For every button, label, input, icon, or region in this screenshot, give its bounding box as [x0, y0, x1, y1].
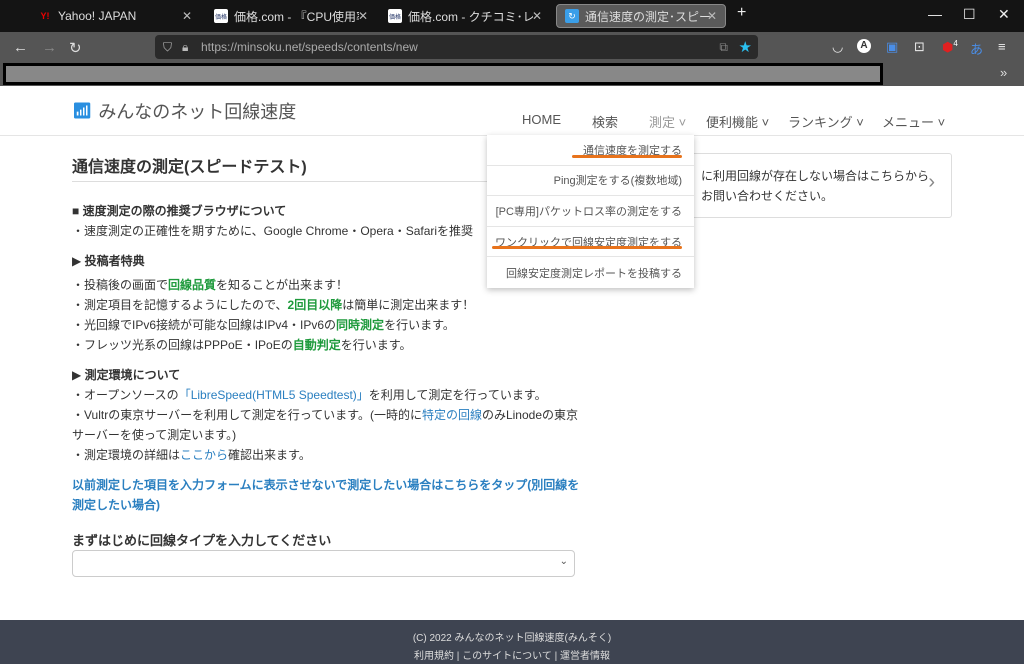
- close-tab-icon[interactable]: ✕: [532, 9, 542, 23]
- copyright: (C) 2022 みんなのネット回線速度(みんそく): [412, 633, 612, 644]
- bookmarks-bar: »: [0, 62, 1024, 86]
- tab-bar: Y!Yahoo! JAPAN✕ 価格価格.com - 『CPU使用率が異常✕ 価…: [0, 0, 1024, 32]
- bookmark-star-icon[interactable]: ★: [739, 38, 752, 56]
- nav-toolbar: ← → ↻ ⛉ 🔒︎ https://minsoku.net/speeds/co…: [0, 32, 1024, 62]
- page-title: 通信速度の測定(スピードテスト): [72, 159, 307, 176]
- menu-item-stability-report[interactable]: 回線安定度測定レポートを投稿する: [487, 257, 694, 288]
- reload-button[interactable]: ↻: [69, 39, 82, 57]
- benefit-item: ・光回線でIPv6接続が可能な回線はIPv4・IPv6の同時測定を行います。: [72, 318, 455, 332]
- yahoo-favicon-icon: Y!: [40, 11, 50, 21]
- section-heading: ▶ 測定環境について: [72, 368, 181, 382]
- close-tab-icon[interactable]: ✕: [182, 9, 192, 23]
- web-page: 📶︎ みんなのネット回線速度 HOME 検索 測定 ˅ 便利機能 ˅ ランキング…: [0, 86, 1024, 620]
- tab-title: 通信速度の測定･スピードテスト |: [585, 9, 710, 24]
- info-text: に利用回線が存在しない場合はこちらから: [701, 169, 930, 183]
- contact-box[interactable]: に利用回線が存在しない場合はこちらから お問い合わせください。 ›: [690, 153, 952, 218]
- new-tab-button[interactable]: +: [737, 4, 746, 22]
- ublock-icon[interactable]: ⬢4: [942, 39, 958, 55]
- tab-minsoku[interactable]: ↻ 通信速度の測定･スピードテスト |✕: [556, 4, 726, 28]
- line-type-select[interactable]: ⌄: [72, 550, 575, 577]
- redacted-bookmarks: [3, 63, 883, 85]
- extension-a-icon[interactable]: A: [857, 39, 871, 53]
- nav-menu[interactable]: メニュー ˅: [882, 112, 945, 131]
- measure-dropdown-menu: 通信速度を測定する Ping測定をする(複数地域) [PC専用]パケットロス率の…: [487, 135, 694, 288]
- skip-prefill-link[interactable]: 以前測定した項目を入力フォームに表示させないで測定したい場合はこちらをタップ(別…: [72, 475, 582, 515]
- benefit-item: ・フレッツ光系の回線はPPPoE・IPoEの自動判定を行います。: [72, 338, 412, 352]
- screenshot-icon[interactable]: ⊡: [914, 39, 925, 55]
- translator-icon[interactable]: ▣: [886, 39, 898, 55]
- menu-item-packet-loss[interactable]: [PC専用]パケットロス率の測定をする: [487, 196, 694, 227]
- nav-ranking[interactable]: ランキング ˅: [788, 112, 864, 131]
- close-tab-icon[interactable]: ✕: [707, 9, 717, 23]
- kakaku-favicon-icon: 価格: [388, 9, 402, 23]
- tab-title: Yahoo! JAPAN: [58, 9, 137, 23]
- tab-title: 価格.com - 『CPU使用率が異常: [234, 9, 359, 24]
- maximize-button[interactable]: ☐: [963, 6, 976, 23]
- chevron-right-icon: ›: [928, 171, 935, 193]
- wifi-logo-icon: 📶︎: [72, 103, 93, 120]
- tab-kakaku-cpu[interactable]: 価格価格.com - 『CPU使用率が異常✕: [206, 4, 376, 28]
- menu-item-ping[interactable]: Ping測定をする(複数地域): [487, 166, 694, 197]
- overflow-chevron-icon[interactable]: »: [1000, 65, 1007, 80]
- librespeed-link[interactable]: 「LibreSpeed(HTML5 Speedtest)」: [179, 388, 369, 402]
- env-item: ・測定環境の詳細はここから確認出来ます。: [72, 448, 311, 462]
- env-item: ・Vultrの東京サーバーを利用して測定を行っています。(一時的に特定の回線のみ…: [72, 408, 579, 442]
- menu-item-one-click-stability[interactable]: ワンクリックで回線安定度測定をする: [487, 227, 694, 258]
- benefit-item: ・測定項目を記憶するようにしたので、2回目以降は簡単に測定出来ます！: [72, 298, 475, 312]
- nav-search[interactable]: 検索: [592, 112, 618, 131]
- nav-tools[interactable]: 便利機能 ˅: [706, 112, 769, 131]
- line-type-label: まずはじめに回線タイプを入力してください: [72, 533, 332, 548]
- minsoku-favicon-icon: ↻: [565, 9, 579, 23]
- close-window-button[interactable]: ✕: [998, 6, 1010, 23]
- kakaku-favicon-icon: 価格: [214, 9, 228, 23]
- terms-link[interactable]: 利用規約: [414, 651, 454, 662]
- specific-line-link[interactable]: 特定の回線: [422, 408, 482, 422]
- menu-icon[interactable]: ≡: [998, 39, 1006, 54]
- site-logo[interactable]: 📶︎ みんなのネット回線速度: [72, 98, 296, 124]
- nav-measure[interactable]: 測定 ˅: [649, 112, 686, 131]
- tab-yahoo[interactable]: Y! Yahoo! JAPAN ✕: [30, 4, 200, 28]
- url-text: https://minsoku.net/speeds/contents/new: [201, 40, 418, 54]
- back-button[interactable]: ←: [13, 39, 28, 56]
- pocket-icon[interactable]: ◡: [832, 39, 843, 55]
- details-link[interactable]: ここから: [180, 448, 228, 462]
- separator: |: [456, 651, 460, 662]
- tab-kakaku-review[interactable]: 価格価格.com - クチコミ･レビュー✕: [380, 4, 550, 28]
- logo-text: みんなのネット回線速度: [98, 102, 297, 122]
- tab-title: 価格.com - クチコミ･レビュー: [408, 9, 533, 24]
- separator: |: [554, 651, 558, 662]
- close-tab-icon[interactable]: ✕: [358, 9, 368, 23]
- lock-icon[interactable]: 🔒︎: [182, 40, 188, 55]
- address-bar[interactable]: ⛉ 🔒︎ https://minsoku.net/speeds/contents…: [155, 35, 758, 59]
- menu-item-speed-test[interactable]: 通信速度を測定する: [487, 135, 694, 166]
- nav-home[interactable]: HOME: [522, 112, 561, 127]
- info-text: お問い合わせください。: [701, 189, 834, 203]
- about-link[interactable]: このサイトについて: [462, 651, 552, 662]
- language-icon[interactable]: あ: [970, 39, 983, 58]
- shield-icon[interactable]: ⛉: [163, 40, 172, 55]
- operator-link[interactable]: 運営者情報: [560, 651, 610, 662]
- forward-button[interactable]: →: [42, 39, 57, 56]
- chevron-down-icon: ⌄: [559, 556, 568, 567]
- footer: (C) 2022 みんなのネット回線速度(みんそく) 利用規約 | このサイトに…: [0, 620, 1024, 664]
- translate-icon[interactable]: ⧉: [719, 40, 728, 55]
- env-item: ・オープンソースの「LibreSpeed(HTML5 Speedtest)」を利…: [72, 388, 547, 402]
- minimize-button[interactable]: —: [928, 6, 942, 22]
- extension-badge: 4: [953, 39, 958, 48]
